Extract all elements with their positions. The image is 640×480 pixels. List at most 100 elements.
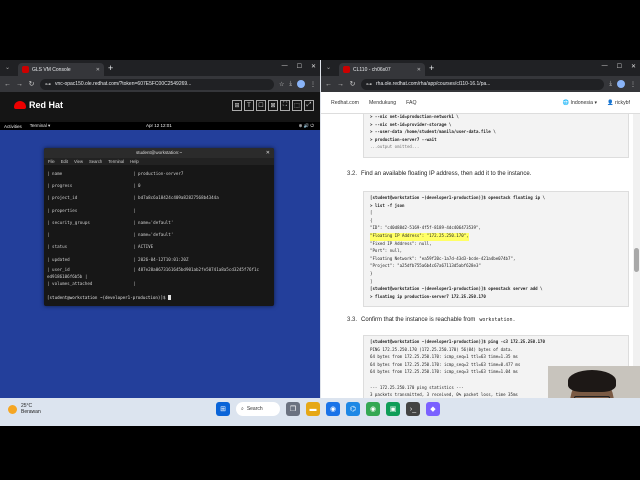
code-line: ]	[370, 278, 373, 284]
window-controls: — ☐ ✕	[282, 63, 316, 70]
taskbar-search[interactable]: ⌕ Search	[236, 402, 280, 416]
step-3-2: 3.2. Find an available floating IP addre…	[347, 171, 531, 177]
field-key: | properties	[47, 207, 78, 213]
code-line: }	[370, 270, 373, 276]
terminal-menu-edit[interactable]: Edit	[61, 159, 68, 164]
chrome-profile-icon[interactable]: ◉	[366, 402, 380, 416]
code-text: [student@workstation ~(developer1-produc…	[370, 195, 545, 200]
close-tab-icon[interactable]: ✕	[96, 67, 100, 73]
vnc-tool-button[interactable]: ☐	[256, 100, 266, 111]
tab-search-icon[interactable]: ⌄	[326, 64, 331, 71]
vnc-tool-button[interactable]: ⬚	[292, 100, 302, 111]
file-explorer-icon[interactable]: ▬	[306, 402, 320, 416]
terminal-menu-terminal[interactable]: Terminal	[108, 159, 124, 164]
terminal-output[interactable]: | name | production-server7 | progress | 0…	[44, 165, 274, 306]
user-menu[interactable]: 👤 rickybf	[607, 100, 630, 106]
maximize-icon[interactable]: ☐	[297, 63, 302, 70]
site-info-icon[interactable]: ⊶	[366, 81, 372, 88]
code-line: "Project": "a25dfb755a6b4c67a67113d5abf6…	[370, 263, 481, 269]
tab-strip: ⌄ CL110 - ch06s07 ✕ + — ☐ ✕	[321, 60, 640, 76]
minimize-icon[interactable]: —	[602, 63, 608, 70]
weather-widget[interactable]: 25°C Berawan	[8, 403, 41, 415]
back-icon[interactable]: ←	[4, 81, 11, 88]
maximize-icon[interactable]: ☐	[617, 63, 622, 70]
forward-icon[interactable]: →	[16, 81, 23, 88]
terminal-close-icon[interactable]: ✕	[266, 148, 270, 158]
terminal-menubar: File Edit View Search Terminal Help	[44, 158, 274, 165]
profile-avatar[interactable]	[617, 80, 625, 88]
redhat-hat-icon	[14, 101, 26, 109]
url-field[interactable]: ⊶ vnc-opac150.ole.redhat.com/?token=607E…	[40, 78, 274, 90]
console-header: Red Hat ⊞ T ☐ ⊠ ⛶ ⬚ ⤢	[0, 92, 320, 122]
weather-text: 25°C Berawan	[21, 403, 41, 415]
scrollbar-thumb[interactable]	[634, 248, 639, 272]
nav-faq-link[interactable]: FAQ	[406, 100, 416, 106]
minimize-icon[interactable]: —	[282, 63, 288, 70]
close-tab-icon[interactable]: ✕	[417, 67, 421, 73]
field-value: | bd7a8c6a18424c409a82827568b4344a	[133, 195, 219, 201]
task-view-icon[interactable]: ❐	[286, 402, 300, 416]
vnc-tool-button[interactable]: ⤢	[304, 100, 314, 111]
new-tab-button[interactable]: +	[108, 63, 113, 73]
vnc-tool-button[interactable]: ⛶	[280, 100, 290, 111]
prompt-text: [student@workstation ~(developer1-produc…	[47, 294, 169, 300]
terminal-row: | properties |	[47, 204, 271, 216]
vnc-tool-button[interactable]: T	[244, 100, 254, 111]
code-line: > --nic net-id=production-network1 \	[370, 114, 459, 119]
terminal-window[interactable]: student@workstation:~ ✕ File Edit View S…	[44, 148, 274, 306]
app-icon[interactable]: ▣	[386, 402, 400, 416]
vnc-tool-button[interactable]: ⊠	[268, 100, 278, 111]
reload-icon[interactable]: ↻	[28, 80, 35, 88]
menu-kebab-icon[interactable]: ⋮	[630, 81, 636, 88]
vnc-tool-button[interactable]: ⊞	[232, 100, 242, 111]
address-bar-row: ← → ↻ ⊶ rha.ole.redhat.com/rha/app/cours…	[321, 76, 640, 92]
vscode-icon[interactable]: ⌬	[346, 402, 360, 416]
close-window-icon[interactable]: ✕	[631, 63, 636, 70]
step-text: Find an available floating IP address, t…	[361, 171, 532, 177]
redhat-favicon-icon	[343, 66, 350, 73]
code-line: "Fixed IP Address": null,	[370, 240, 432, 246]
terminal-menu-help[interactable]: Help	[130, 159, 139, 164]
redhat-logo: Red Hat	[14, 100, 63, 110]
clock[interactable]: Apr 12 12:01	[146, 123, 172, 128]
terminal-menu-search[interactable]: Search	[89, 159, 102, 164]
back-icon[interactable]: ←	[325, 81, 332, 88]
field-key: | updated	[47, 256, 70, 262]
terminal-app-icon[interactable]: ›_	[406, 402, 420, 416]
language-selector[interactable]: 🌐 Indonesia ▾	[563, 100, 597, 106]
forward-icon[interactable]: →	[337, 81, 344, 88]
field-value: | 487e28a0673161645bd901ab2fe50741a8a5cd…	[133, 266, 260, 272]
tab-search-icon[interactable]: ⌄	[5, 64, 10, 71]
url-text: rha.ole.redhat.com/rha/app/courses/cl110…	[376, 81, 491, 87]
code-line: "ID": "c40d88d2-5169-4f5f-8189-4dc406473…	[370, 225, 481, 231]
chrome-icon[interactable]: ◉	[326, 402, 340, 416]
download-icon[interactable]: ⤓	[609, 81, 612, 88]
system-menu[interactable]: ⊕ 🔊 ⏻	[299, 123, 314, 129]
bookmark-icon[interactable]: ☆	[279, 81, 284, 88]
nav-support-link[interactable]: Mendukung	[369, 100, 396, 106]
terminal-row: | updated | 2026-04-12T10:01:20Z	[47, 253, 271, 265]
new-tab-button[interactable]: +	[429, 63, 434, 73]
tab-vm-console[interactable]: GLS VM Console ✕	[18, 63, 104, 76]
terminal-menu-file[interactable]: File	[48, 159, 55, 164]
profile-avatar[interactable]	[297, 80, 305, 88]
site-header: Redhat.com Mendukung FAQ 🌐 Indonesia ▾ 👤…	[321, 92, 640, 114]
download-icon[interactable]: ⤓	[289, 81, 292, 88]
tab-course[interactable]: CL110 - ch06s07 ✕	[339, 63, 425, 76]
app-icon[interactable]: ◆	[426, 402, 440, 416]
nav-redhat-link[interactable]: Redhat.com	[331, 100, 359, 106]
menu-kebab-icon[interactable]: ⋮	[310, 81, 316, 88]
activities-button[interactable]: Activities	[4, 124, 22, 129]
windows-start-icon[interactable]: ⊞	[216, 402, 230, 416]
terminal-titlebar[interactable]: student@workstation:~ ✕	[44, 148, 274, 158]
terminal-prompt[interactable]: [student@workstation ~(developer1-produc…	[47, 294, 172, 300]
url-field[interactable]: ⊶ rha.ole.redhat.com/rha/app/courses/cl1…	[361, 78, 605, 90]
terminal-menu-view[interactable]: View	[74, 159, 83, 164]
vnc-toolbar: ⊞ T ☐ ⊠ ⛶ ⬚ ⤢	[232, 100, 314, 111]
code-line: ...output omitted...	[370, 144, 420, 150]
site-info-icon[interactable]: ⊶	[45, 81, 51, 88]
reload-icon[interactable]: ↻	[349, 80, 356, 88]
close-window-icon[interactable]: ✕	[311, 63, 316, 70]
app-menu[interactable]: Terminal ▾	[30, 123, 51, 129]
terminal-row: | status | ACTIVE	[47, 241, 271, 253]
